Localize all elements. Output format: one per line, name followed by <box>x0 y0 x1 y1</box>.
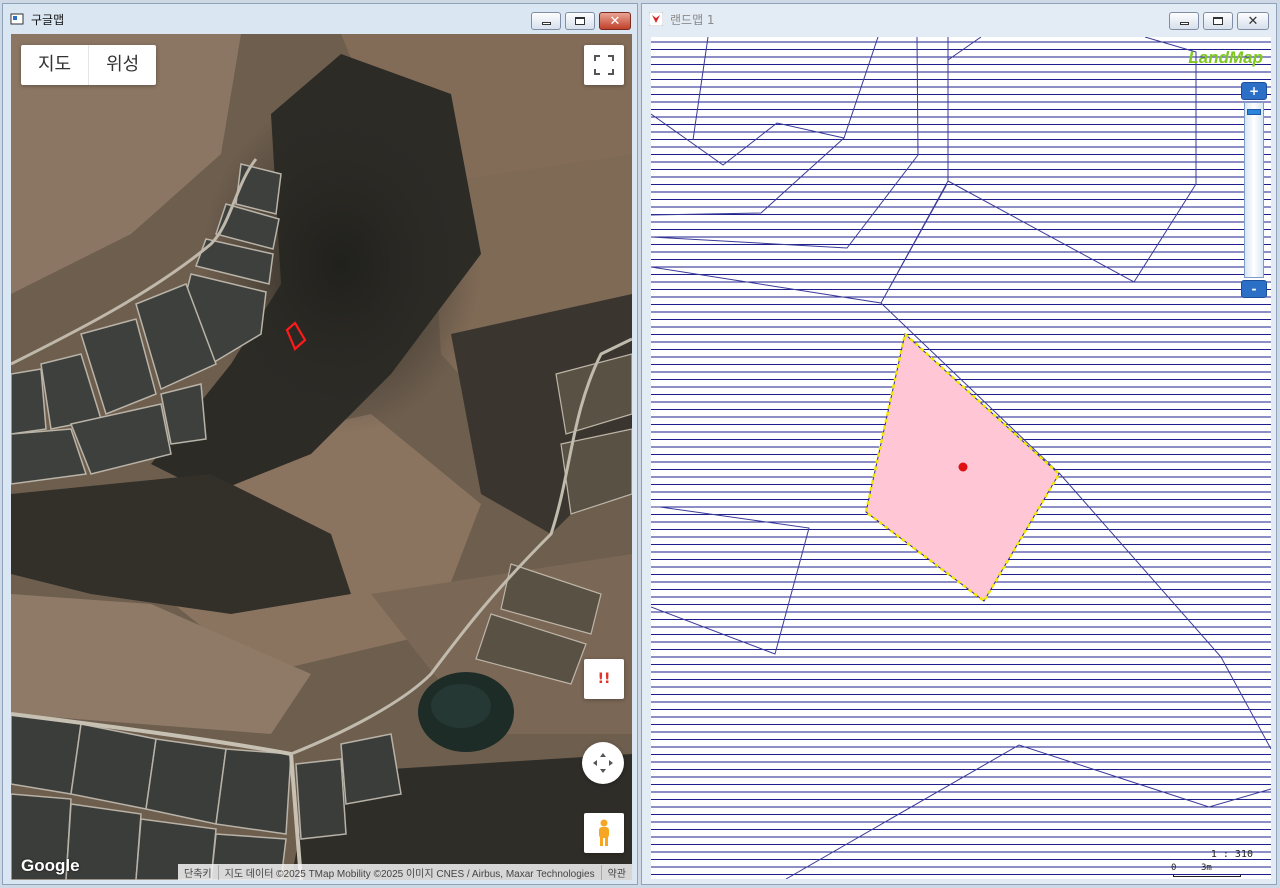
window-title: 랜드맵 1 <box>670 13 715 27</box>
map-type-control: 지도 위성 <box>21 45 157 85</box>
scale-ratio: 1 : 310 <box>1210 849 1253 860</box>
fullscreen-icon <box>594 55 614 75</box>
satellite-imagery <box>11 34 632 880</box>
street-view-pegman-button[interactable] <box>584 813 624 853</box>
close-icon: ✕ <box>1247 13 1259 29</box>
terms-link[interactable]: 약관 <box>600 864 632 880</box>
fullscreen-button[interactable] <box>584 45 624 85</box>
scale-bar-start: 0 <box>1171 863 1177 873</box>
title-bar[interactable]: 랜드맵 1 ✕ <box>642 4 1276 34</box>
zoom-slider-thumb[interactable] <box>1247 109 1261 115</box>
camera-control-button[interactable] <box>582 742 624 784</box>
report-button[interactable]: !! <box>584 659 624 699</box>
maximize-icon <box>1213 17 1223 25</box>
map-attribution: 단축키 지도 데이터 ©2025 TMap Mobility ©2025 이미지… <box>178 864 632 880</box>
window-title: 구글맵 <box>31 13 65 27</box>
maximize-icon <box>575 17 585 25</box>
zoom-out-button[interactable]: - <box>1241 280 1267 298</box>
zoom-in-button[interactable]: + <box>1241 82 1267 100</box>
google-logo: Google <box>21 856 80 875</box>
zoom-slider-track[interactable] <box>1244 102 1264 278</box>
cadastral-drawing <box>651 37 1271 879</box>
close-icon: ✕ <box>609 13 621 29</box>
landmap-window: 랜드맵 1 ✕ LandMap + - 1: 310 0 3m <box>641 3 1277 885</box>
scale-bar: 0 3m <box>1171 863 1241 877</box>
scale-bar-end: 3m <box>1201 863 1212 873</box>
move-arrows-icon <box>593 753 613 773</box>
google-map-window: 구글맵 ✕ 지도 위성 !! Google 단축키 지도 데이터 ©2025 T… <box>2 3 638 885</box>
map-data-credit: 지도 데이터 ©2025 TMap Mobility ©2025 이미지 CNE… <box>217 864 601 880</box>
minimize-button[interactable] <box>531 12 561 30</box>
minimize-button[interactable] <box>1169 12 1199 30</box>
close-button[interactable]: ✕ <box>1237 12 1269 30</box>
cadastral-map[interactable]: LandMap + - 1 : 310 0 3m <box>651 37 1271 879</box>
app-icon <box>10 13 24 25</box>
pegman-icon <box>599 819 609 846</box>
scale-bar-line <box>1173 874 1241 877</box>
close-button[interactable]: ✕ <box>599 12 631 30</box>
maximize-button[interactable] <box>565 12 595 30</box>
map-type-roadmap[interactable]: 지도 <box>21 45 88 85</box>
zoom-control: + - <box>1241 82 1267 300</box>
title-bar[interactable]: 구글맵 ✕ <box>3 4 637 34</box>
landmap-app-icon <box>649 12 663 26</box>
minimize-icon <box>1179 22 1189 25</box>
landmap-logo: LandMap <box>1188 48 1263 67</box>
satellite-map[interactable]: 지도 위성 !! Google 단축키 지도 데이터 ©2025 TMap Mo… <box>11 34 632 880</box>
parcel-center-marker <box>958 462 968 472</box>
minimize-icon <box>541 22 551 25</box>
maximize-button[interactable] <box>1203 12 1233 30</box>
map-type-satellite[interactable]: 위성 <box>88 45 156 85</box>
keyboard-shortcuts-link[interactable]: 단축키 <box>178 865 218 880</box>
